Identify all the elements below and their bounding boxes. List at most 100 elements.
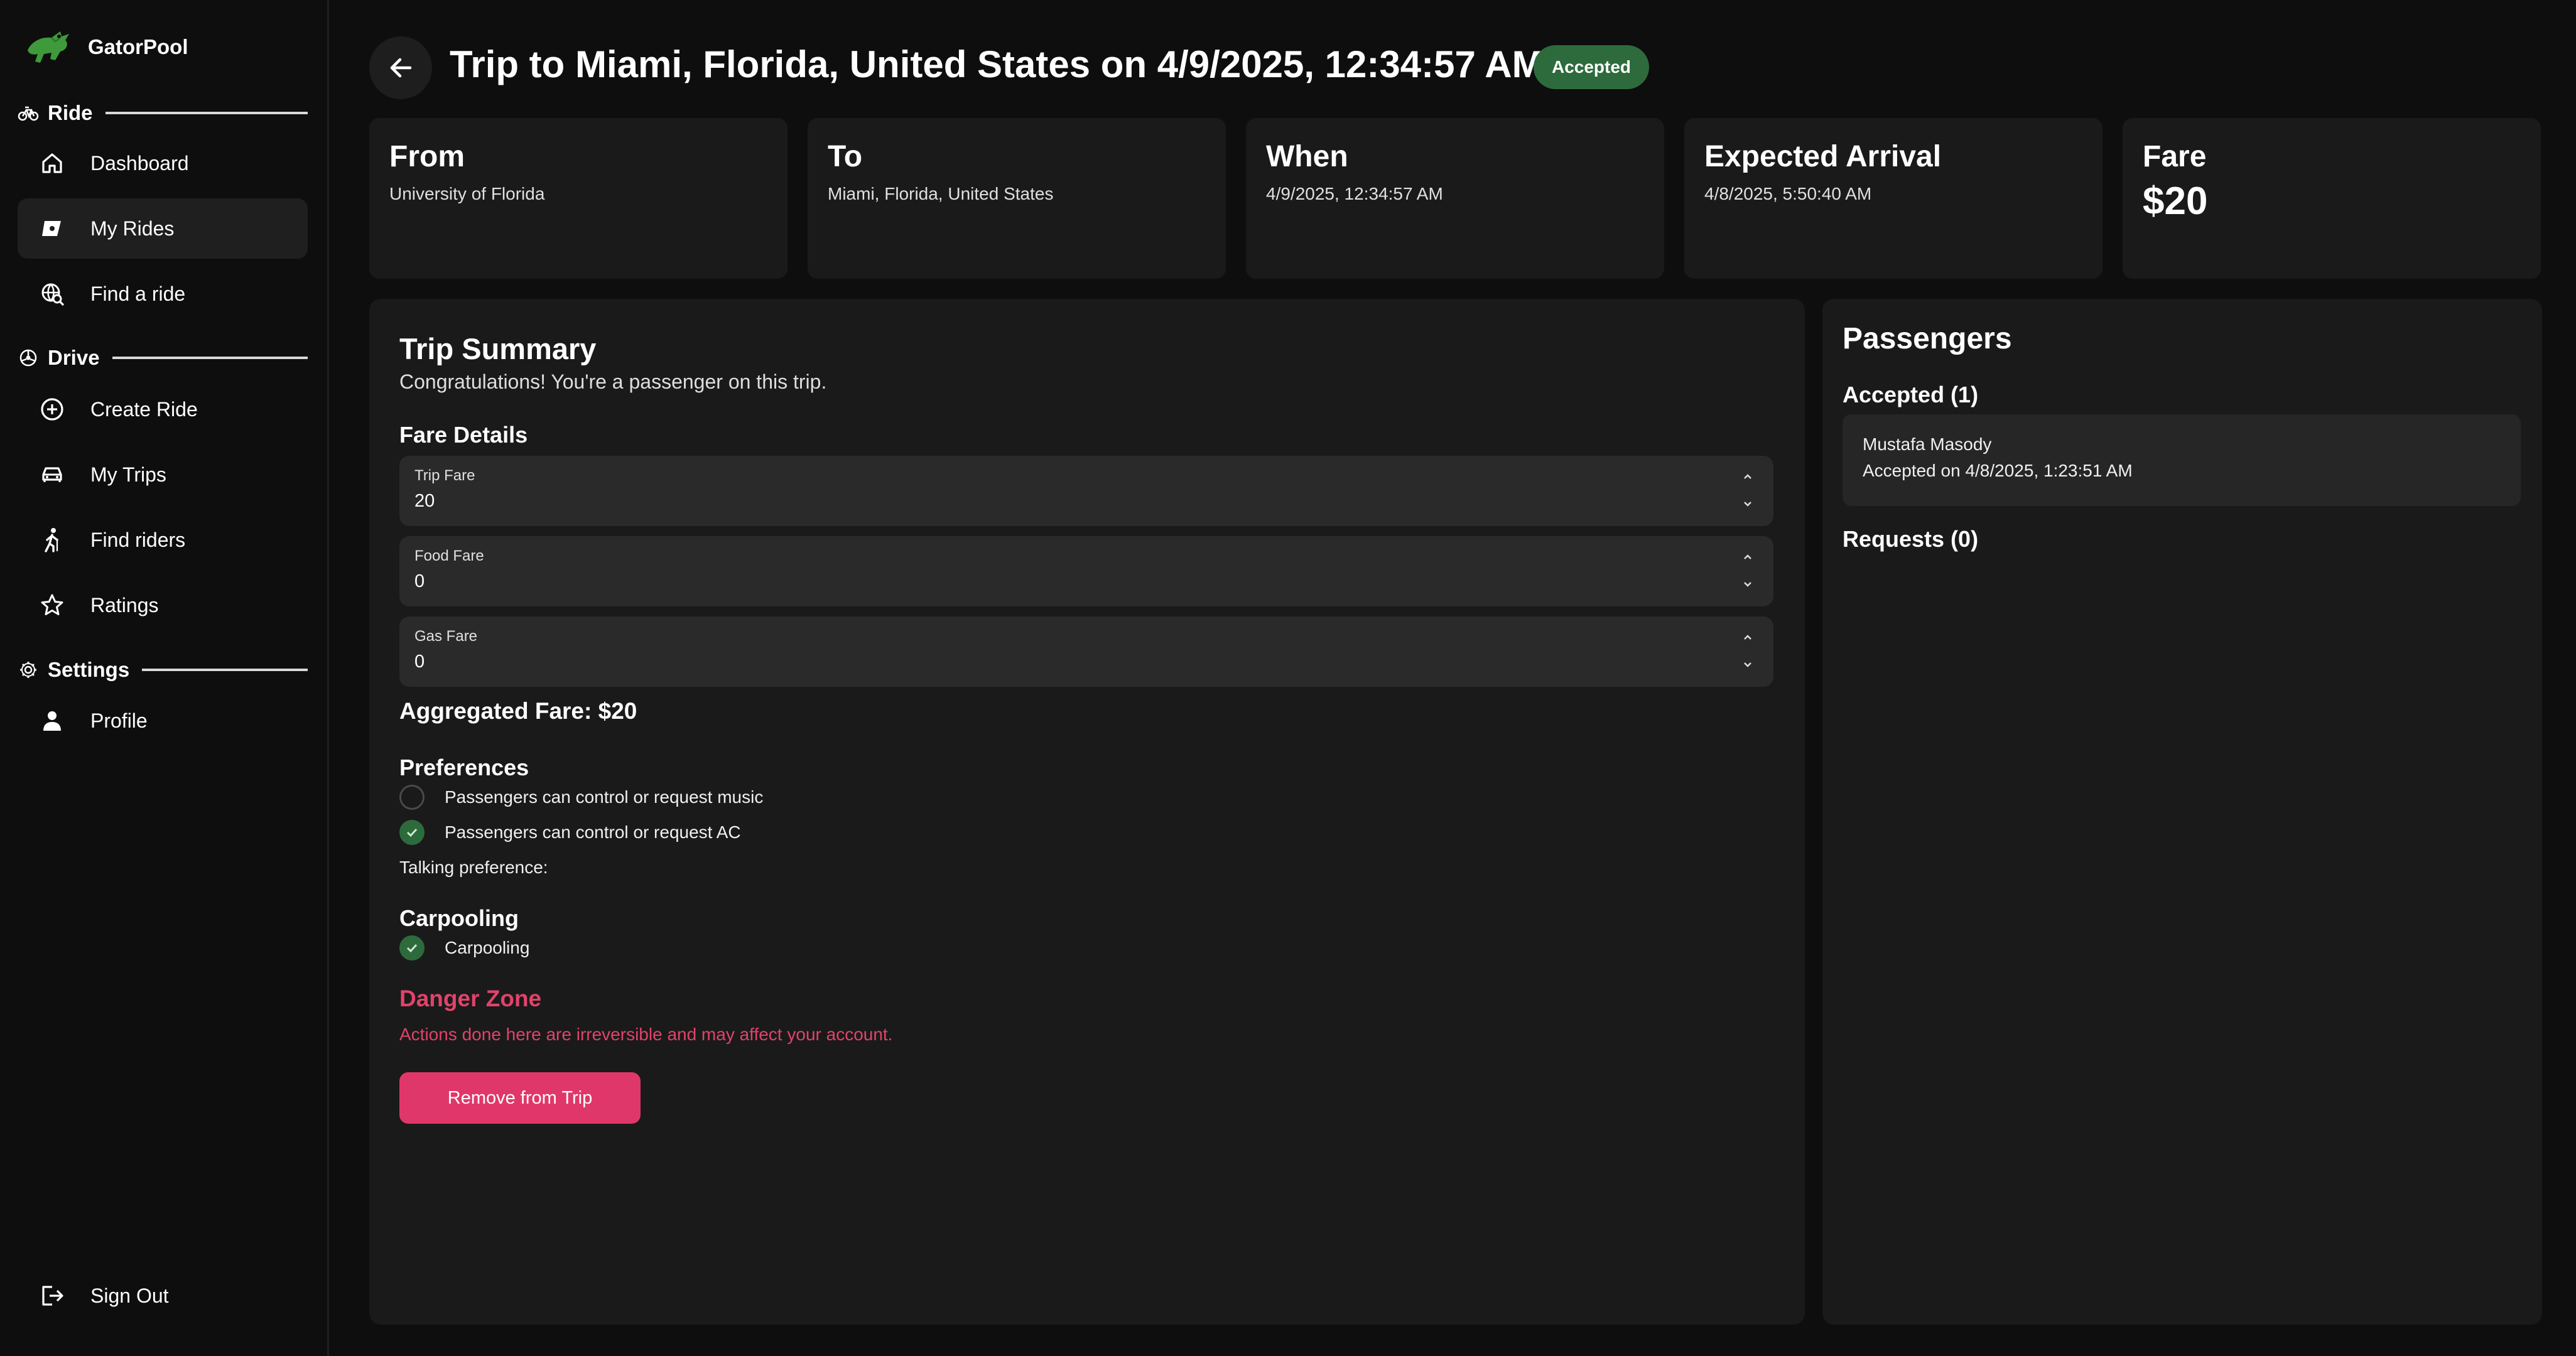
ac-preference[interactable]: Passengers can control or request AC bbox=[399, 820, 741, 845]
carpooling-checkbox[interactable] bbox=[399, 935, 425, 960]
passenger-card[interactable]: Mustafa Masody Accepted on 4/8/2025, 1:2… bbox=[1843, 414, 2521, 506]
sidebar-item-label: My Rides bbox=[90, 217, 175, 240]
chevron-up-icon[interactable] bbox=[1740, 549, 1756, 565]
card-value: University of Florida bbox=[389, 183, 545, 203]
carpooling-option[interactable]: Carpooling bbox=[399, 935, 529, 960]
section-title-drive: Drive bbox=[48, 346, 100, 369]
sidebar-item-label: Find a ride bbox=[90, 282, 186, 305]
person-icon bbox=[36, 705, 68, 736]
sidebar-item-label: Create Ride bbox=[90, 397, 198, 421]
status-badge: Accepted bbox=[1534, 45, 1649, 89]
back-button[interactable] bbox=[369, 36, 432, 99]
number-stepper[interactable] bbox=[1738, 468, 1757, 512]
checkbox-label: Passengers can control or request music bbox=[445, 787, 764, 807]
gear-icon bbox=[20, 662, 36, 678]
talking-preference: Talking preference: bbox=[399, 858, 548, 877]
chevron-up-icon[interactable] bbox=[1740, 629, 1756, 645]
passenger-name: Mustafa Masody bbox=[1863, 434, 1992, 454]
field-value: 0 bbox=[414, 571, 425, 591]
sign-out-label: Sign Out bbox=[90, 1284, 169, 1307]
music-checkbox[interactable] bbox=[399, 785, 425, 810]
requests-heading: Requests (0) bbox=[1843, 526, 1979, 552]
sidebar-item-create-ride[interactable]: Create Ride bbox=[18, 379, 308, 439]
card-title: Expected Arrival bbox=[1704, 140, 1942, 173]
sidebar-item-dashboard[interactable]: Dashboard bbox=[18, 133, 308, 193]
checkmark-icon bbox=[406, 828, 418, 837]
from-card: From University of Florida bbox=[369, 118, 787, 279]
sidebar: GatorPool Ride Dashboard My Rides Find a… bbox=[0, 0, 329, 1356]
remove-from-trip-button[interactable]: Remove from Trip bbox=[399, 1072, 641, 1124]
sign-out-button[interactable]: Sign Out bbox=[18, 1266, 308, 1326]
carpooling-heading: Carpooling bbox=[399, 905, 519, 931]
chevron-up-icon[interactable] bbox=[1740, 468, 1756, 485]
main-content: Trip to Miami, Florida, United States on… bbox=[329, 0, 2576, 1356]
star-icon bbox=[36, 589, 68, 621]
summary-subtitle: Congratulations! You're a passenger on t… bbox=[399, 370, 827, 393]
card-title: To bbox=[828, 140, 863, 173]
sidebar-item-label: Dashboard bbox=[90, 151, 189, 175]
chevron-down-icon[interactable] bbox=[1740, 576, 1756, 593]
number-stepper[interactable] bbox=[1738, 549, 1757, 593]
plus-circle-icon bbox=[36, 394, 68, 425]
gator-logo-icon bbox=[28, 31, 69, 63]
card-value: Miami, Florida, United States bbox=[828, 183, 1054, 203]
trip-fare-field[interactable]: Trip Fare 20 bbox=[399, 456, 1773, 526]
bike-icon bbox=[18, 106, 39, 121]
card-value: 4/8/2025, 5:50:40 AM bbox=[1704, 183, 1872, 203]
section-drive: Drive bbox=[18, 342, 308, 374]
number-stepper[interactable] bbox=[1738, 629, 1757, 673]
aggregated-fare: Aggregated Fare: $20 bbox=[399, 698, 637, 724]
sidebar-item-label: My Trips bbox=[90, 463, 166, 486]
section-settings: Settings bbox=[18, 654, 308, 686]
fare-card: Fare $20 bbox=[2123, 118, 2541, 279]
when-card: When 4/9/2025, 12:34:57 AM bbox=[1246, 118, 1664, 279]
sidebar-item-my-trips[interactable]: My Trips bbox=[18, 444, 308, 505]
sidebar-item-my-rides[interactable]: My Rides bbox=[18, 198, 308, 259]
sidebar-item-label: Find riders bbox=[90, 528, 186, 551]
sidebar-item-find-riders[interactable]: Find riders bbox=[18, 510, 308, 570]
gas-fare-field[interactable]: Gas Fare 0 bbox=[399, 616, 1773, 687]
page-title: Trip to Miami, Florida, United States on… bbox=[450, 43, 1544, 85]
globe-search-icon bbox=[36, 278, 68, 309]
food-fare-field[interactable]: Food Fare 0 bbox=[399, 536, 1773, 606]
section-title-settings: Settings bbox=[48, 658, 130, 681]
section-title-ride: Ride bbox=[48, 101, 93, 124]
brand[interactable]: GatorPool bbox=[23, 23, 188, 72]
trip-summary-panel: Trip Summary Congratulations! You're a p… bbox=[369, 299, 1805, 1325]
field-value: 20 bbox=[414, 491, 435, 511]
to-card: To Miami, Florida, United States bbox=[808, 118, 1226, 279]
sidebar-item-find-a-ride[interactable]: Find a ride bbox=[18, 264, 308, 324]
sidebar-item-profile[interactable]: Profile bbox=[18, 691, 308, 751]
sidebar-item-label: Ratings bbox=[90, 593, 159, 616]
field-label: Food Fare bbox=[414, 547, 484, 564]
chevron-down-icon[interactable] bbox=[1740, 657, 1756, 673]
field-label: Trip Fare bbox=[414, 467, 475, 484]
arrow-left-icon bbox=[390, 58, 412, 78]
passengers-panel: Passengers Accepted (1) Mustafa Masody A… bbox=[1822, 299, 2542, 1325]
music-preference[interactable]: Passengers can control or request music bbox=[399, 785, 763, 810]
sidebar-item-ratings[interactable]: Ratings bbox=[18, 575, 308, 635]
accepted-heading: Accepted (1) bbox=[1843, 382, 1979, 407]
sidebar-item-label: Profile bbox=[90, 709, 148, 732]
card-title: Fare bbox=[2143, 140, 2207, 173]
summary-title: Trip Summary bbox=[399, 332, 597, 365]
expected-arrival-card: Expected Arrival 4/8/2025, 5:50:40 AM bbox=[1684, 118, 2102, 279]
danger-zone-description: Actions done here are irreversible and m… bbox=[399, 1025, 893, 1044]
section-divider bbox=[142, 669, 308, 671]
section-divider bbox=[105, 112, 308, 114]
danger-zone-title: Danger Zone bbox=[399, 986, 542, 1011]
steering-wheel-icon bbox=[19, 349, 37, 367]
chevron-down-icon[interactable] bbox=[1740, 496, 1756, 512]
ac-checkbox[interactable] bbox=[399, 820, 425, 845]
card-title: From bbox=[389, 140, 465, 173]
card-title: When bbox=[1266, 140, 1348, 173]
fare-details-heading: Fare Details bbox=[399, 422, 528, 448]
home-icon bbox=[36, 148, 68, 179]
sign-out-icon bbox=[36, 1280, 68, 1311]
car-icon bbox=[36, 459, 68, 490]
checkmark-icon bbox=[406, 944, 418, 953]
checkbox-label: Carpooling bbox=[445, 938, 530, 957]
field-label: Gas Fare bbox=[414, 628, 478, 645]
card-value: 4/9/2025, 12:34:57 AM bbox=[1266, 183, 1443, 203]
passenger-accepted-date: Accepted on 4/8/2025, 1:23:51 AM bbox=[1863, 461, 2133, 480]
